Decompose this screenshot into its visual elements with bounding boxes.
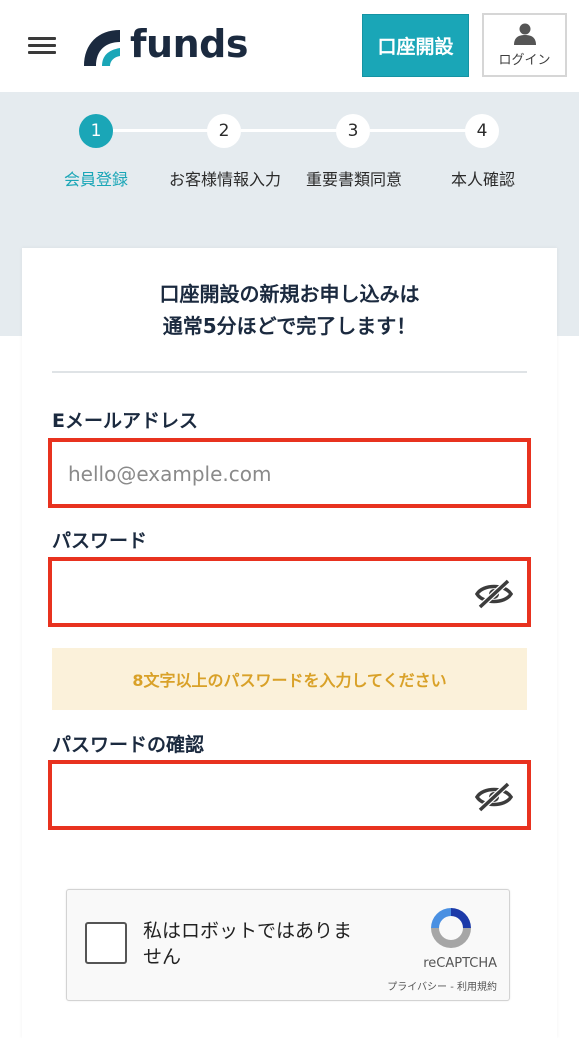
logo-text: funds	[130, 22, 248, 66]
password-label: パスワード	[52, 530, 148, 552]
step-connector	[241, 129, 337, 132]
password-input[interactable]	[68, 573, 468, 613]
login-label: ログイン	[498, 52, 551, 68]
recaptcha-widget: 私はロボットではありません reCAPTCHA プライバシー - 利用規約	[66, 889, 510, 1001]
menu-icon[interactable]	[28, 37, 56, 55]
eye-off-icon[interactable]	[475, 782, 513, 812]
step-connector	[370, 129, 466, 132]
recaptcha-checkbox[interactable]	[85, 922, 127, 964]
confirm-password-input[interactable]	[68, 776, 468, 816]
recaptcha-brand: reCAPTCHA	[423, 956, 497, 971]
password-hint: 8文字以上のパスワードを入力してください	[52, 648, 527, 710]
person-icon	[513, 23, 536, 45]
confirm-password-field-box[interactable]	[48, 760, 531, 830]
email-field-box[interactable]	[48, 438, 531, 508]
eye-off-icon[interactable]	[475, 579, 513, 609]
step-3-circle: 3	[336, 114, 370, 148]
step-connector	[113, 129, 209, 132]
registration-card: 口座開設の新規お申し込みは 通常5分ほどで完了します！ Eメールアドレス パスワ…	[22, 248, 557, 1038]
open-account-button[interactable]: 口座開設	[362, 14, 469, 77]
header: funds 口座開設 ログイン	[0, 0, 579, 92]
card-heading: 口座開設の新規お申し込みは 通常5分ほどで完了します！	[22, 278, 557, 342]
recaptcha-text: 私はロボットではありません	[143, 920, 353, 968]
step-4-label: 本人確認	[450, 170, 516, 189]
email-input[interactable]	[68, 454, 468, 494]
recaptcha-logo-icon	[431, 908, 471, 948]
step-2-circle: 2	[207, 114, 241, 148]
logo-icon	[84, 30, 120, 66]
step-2-label: お客様情報入力	[168, 170, 282, 189]
heading-line-2: 通常5分ほどで完了します！	[162, 314, 417, 338]
step-3-label: 重要書類同意	[305, 170, 403, 189]
login-button[interactable]: ログイン	[482, 13, 567, 77]
divider	[52, 371, 527, 373]
step-4-circle: 4	[465, 114, 499, 148]
heading-line-1: 口座開設の新規お申し込みは	[159, 282, 420, 306]
logo[interactable]: funds	[80, 20, 260, 72]
confirm-password-label: パスワードの確認	[52, 734, 205, 756]
password-field-box[interactable]	[48, 557, 531, 627]
step-1-circle: 1	[79, 114, 113, 148]
step-1-label: 会員登録	[63, 170, 129, 189]
recaptcha-links[interactable]: プライバシー - 利用規約	[317, 978, 497, 993]
email-label: Eメールアドレス	[52, 410, 198, 432]
